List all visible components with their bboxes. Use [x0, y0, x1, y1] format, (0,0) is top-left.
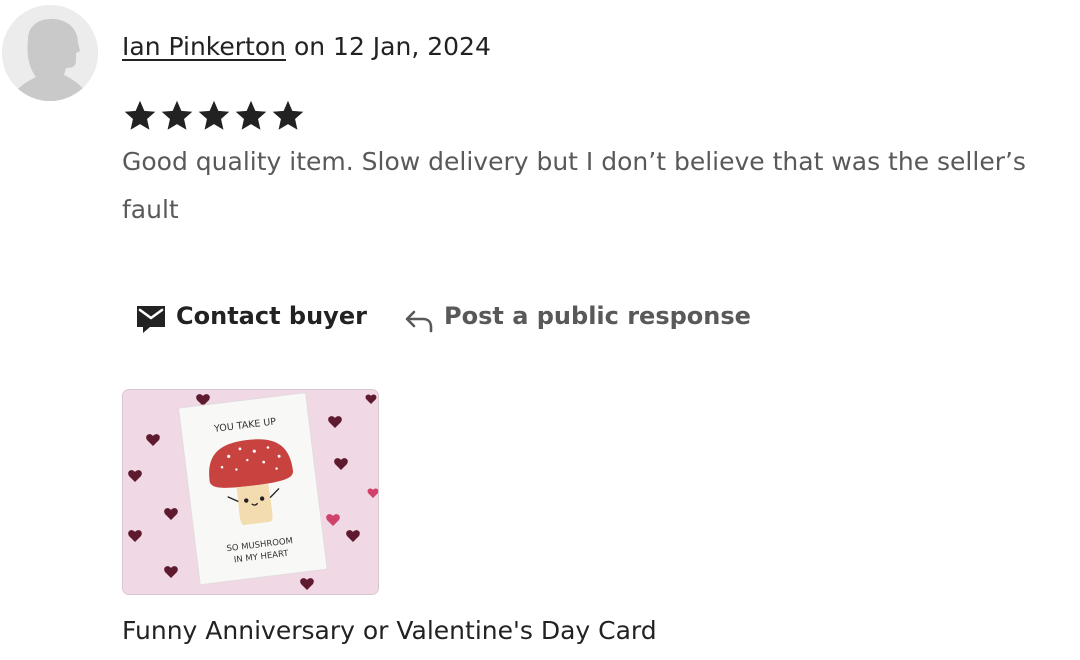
review-header: Ian Pinkerton on 12 Jan, 2024 [122, 30, 491, 64]
mail-icon [134, 297, 176, 335]
reviewer-avatar[interactable] [2, 5, 98, 101]
product-image: YOU TAKE UP SO MUSHROOM IN MY HEART [123, 390, 378, 594]
reviewer-name-link[interactable]: Ian Pinkerton [122, 32, 286, 61]
default-avatar-icon [2, 5, 98, 101]
reply-arrow-icon [404, 299, 444, 333]
contact-buyer-label: Contact buyer [176, 302, 367, 330]
product-title[interactable]: Funny Anniversary or Valentine's Day Car… [122, 614, 657, 648]
review-text: Good quality item. Slow delivery but I d… [122, 147, 1026, 224]
star-icon [161, 100, 193, 130]
post-public-response-button[interactable]: Post a public response [404, 294, 751, 338]
star-rating [122, 98, 306, 134]
star-icon [124, 100, 156, 130]
star-icon [235, 100, 267, 130]
review-date: on 12 Jan, 2024 [293, 32, 491, 61]
star-icon [198, 100, 230, 130]
post-public-response-label: Post a public response [444, 302, 751, 330]
star-icon [272, 100, 304, 130]
contact-buyer-button[interactable]: Contact buyer [134, 294, 367, 338]
product-thumbnail[interactable]: YOU TAKE UP SO MUSHROOM IN MY HEART [122, 389, 379, 595]
